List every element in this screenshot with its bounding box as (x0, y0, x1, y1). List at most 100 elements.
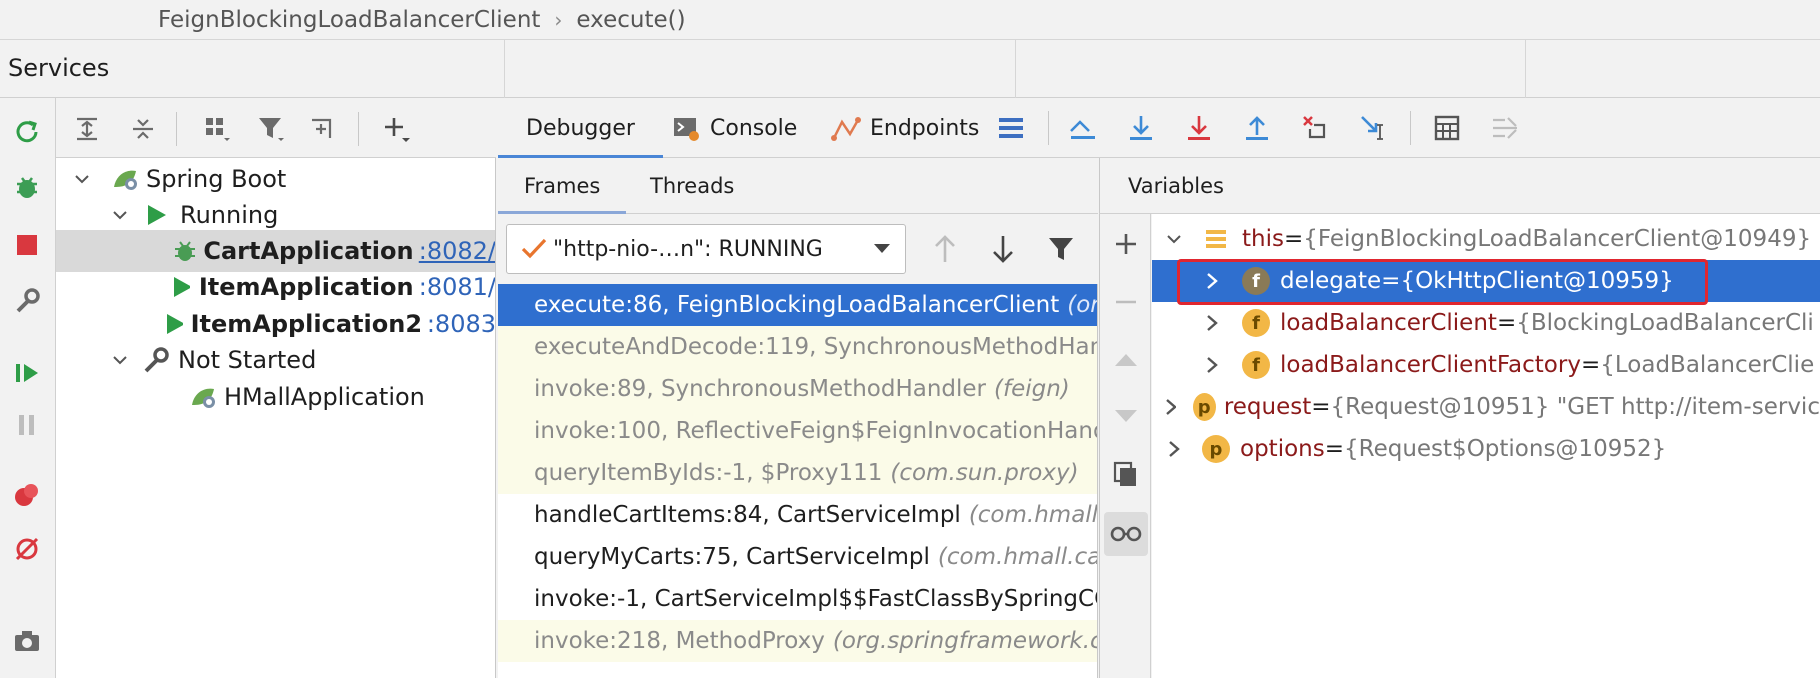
variable-row-load-balancer-client-factory[interactable]: f loadBalancerClientFactory = {LoadBalan… (1152, 344, 1820, 386)
frame-package: (org.springframework.c (832, 628, 1098, 654)
collapse-all-icon[interactable] (126, 112, 160, 146)
tab-endpoints[interactable]: Endpoints (830, 98, 979, 158)
frame-package: (org (1067, 292, 1097, 318)
variable-row-options[interactable]: p options = {Request$Options@10952} (1152, 428, 1820, 470)
evaluate-expression-icon[interactable] (1430, 111, 1464, 145)
frame-row[interactable]: queryMyCarts:75, CartServiceImpl (com.hma… (498, 536, 1097, 578)
tab-console[interactable]: Console (672, 98, 797, 158)
chevron-down-icon[interactable] (112, 352, 128, 368)
breadcrumb-class[interactable]: FeignBlockingLoadBalancerClient (158, 7, 540, 33)
app-port-link[interactable]: :8083 (427, 310, 495, 338)
tab-threads[interactable]: Threads (650, 158, 734, 214)
new-service-icon[interactable] (306, 112, 340, 146)
filter-icon[interactable] (254, 112, 288, 146)
app-name: CartApplication (203, 237, 414, 265)
tree-node-item-application[interactable]: ItemApplication :8081/ (56, 266, 495, 308)
trace-icon[interactable] (1488, 111, 1522, 145)
chevron-down-icon[interactable] (74, 171, 90, 187)
services-title: Services (8, 54, 110, 82)
variable-value: {BlockingLoadBalancerCli (1516, 310, 1814, 336)
frame-row[interactable]: invoke:89, SynchronousMethodHandler (feig… (498, 368, 1097, 410)
frame-row[interactable]: queryItemByIds:-1, $Proxy111 (com.sun.pro… (498, 452, 1097, 494)
wrench-icon[interactable] (10, 284, 44, 318)
expand-all-icon[interactable] (70, 112, 104, 146)
copy-icon[interactable] (1108, 456, 1144, 492)
spring-boot-icon (114, 170, 137, 190)
variable-equals: = (1324, 436, 1344, 462)
variable-name: delegate (1280, 268, 1382, 294)
pause-icon[interactable] (10, 408, 44, 442)
resume-icon[interactable] (10, 356, 44, 390)
new-watch-icon[interactable] (1108, 226, 1144, 262)
tree-node-hmall-application[interactable]: HMallApplication (56, 376, 495, 418)
frame-row[interactable]: invoke:100, ReflectiveFeign$FeignInvocat… (498, 410, 1097, 452)
variable-row-delegate[interactable]: f delegate = {OkHttpClient@10959} (1152, 260, 1820, 302)
show-execution-point-icon[interactable] (1066, 111, 1100, 145)
variable-name: this (1242, 226, 1284, 252)
services-side-toolbar (0, 98, 56, 678)
chevron-right-icon[interactable] (1163, 398, 1177, 416)
menu-lines-icon[interactable] (994, 111, 1028, 145)
previous-frame-icon[interactable] (928, 232, 962, 266)
group-by-icon[interactable] (200, 112, 234, 146)
step-over-icon[interactable] (1124, 111, 1158, 145)
variable-row-this[interactable]: this = {FeignBlockingLoadBalancerClient@… (1152, 218, 1820, 260)
frame-row[interactable]: handleCartItems:84, CartServiceImpl (com.… (498, 494, 1097, 536)
tree-node-not-started[interactable]: Not Started (56, 339, 495, 381)
frame-text: handleCartItems:84, CartServiceImpl (534, 502, 961, 528)
parameter-icon: p (1192, 393, 1216, 421)
tab-frames[interactable]: Frames (498, 158, 627, 215)
filter-icon[interactable] (1044, 232, 1078, 266)
variable-value: {OkHttpClient@10959} (1400, 268, 1674, 294)
frame-row[interactable]: executeAndDecode:119, SynchronousMethodH… (498, 326, 1097, 368)
frame-row[interactable]: execute:86, FeignBlockingLoadBalancerCli… (498, 284, 1097, 326)
view-breakpoints-icon[interactable] (10, 478, 44, 512)
variable-value: {FeignBlockingLoadBalancerClient@10949} (1303, 226, 1812, 252)
mute-breakpoints-icon[interactable] (10, 532, 44, 566)
chevron-right-icon[interactable] (1204, 272, 1220, 290)
divider (1525, 40, 1526, 98)
run-to-cursor-icon[interactable] (1356, 111, 1390, 145)
step-into-icon[interactable] (1182, 111, 1216, 145)
remove-watch-icon[interactable] (1108, 284, 1144, 320)
move-up-icon[interactable] (1108, 342, 1144, 378)
frame-row[interactable]: invoke:-1, CartServiceImpl$$FastClassByS… (498, 578, 1097, 620)
app-port-link[interactable]: :8081/ (419, 273, 495, 301)
chevron-right-icon[interactable] (1166, 440, 1182, 458)
add-service-icon[interactable] (380, 112, 414, 146)
frames-list: execute:86, FeignBlockingLoadBalancerCli… (498, 284, 1098, 678)
thread-select[interactable]: "http-nio-…n": RUNNING (506, 224, 906, 274)
tree-label: HMallApplication (224, 383, 425, 411)
stop-icon[interactable] (10, 228, 44, 262)
chevron-right-icon[interactable] (1204, 314, 1220, 332)
tab-label: Frames (524, 174, 601, 198)
app-port-link[interactable]: :8082/ (419, 237, 495, 265)
step-out-icon[interactable] (1240, 111, 1274, 145)
debug-rerun-icon[interactable] (10, 170, 44, 204)
variable-row-load-balancer-client[interactable]: f loadBalancerClient = {BlockingLoadBala… (1152, 302, 1820, 344)
variable-equals: = (1311, 394, 1331, 420)
tab-debugger[interactable]: Debugger (498, 98, 663, 159)
chevron-right-icon[interactable] (1204, 356, 1220, 374)
frame-text: invoke:218, MethodProxy (534, 628, 825, 654)
chevron-down-icon[interactable] (112, 207, 128, 223)
frame-row[interactable]: invoke:218, MethodProxy (org.springframew… (498, 620, 1098, 662)
variable-equals: = (1496, 310, 1517, 336)
breadcrumb-method[interactable]: execute() (576, 7, 685, 33)
chevron-down-icon[interactable] (1166, 231, 1182, 247)
move-down-icon[interactable] (1108, 398, 1144, 434)
drop-frame-icon[interactable] (1298, 111, 1332, 145)
camera-icon[interactable] (10, 624, 44, 658)
app-name: ItemApplication2 (190, 310, 423, 338)
frame-text: queryMyCarts:75, CartServiceImpl (534, 544, 930, 570)
glasses-icon[interactable] (1104, 512, 1148, 556)
checkmark-icon (521, 238, 547, 259)
frame-package: (feign) (994, 376, 1070, 402)
next-frame-icon[interactable] (986, 232, 1020, 266)
field-icon: f (1242, 267, 1270, 295)
tree-label: Running (180, 201, 279, 229)
variable-row-request[interactable]: p request = {Request@10951} "GET http://… (1152, 386, 1820, 428)
tree-label: Spring Boot (146, 165, 287, 193)
rerun-icon[interactable] (10, 116, 44, 150)
field-icon: f (1242, 351, 1270, 379)
